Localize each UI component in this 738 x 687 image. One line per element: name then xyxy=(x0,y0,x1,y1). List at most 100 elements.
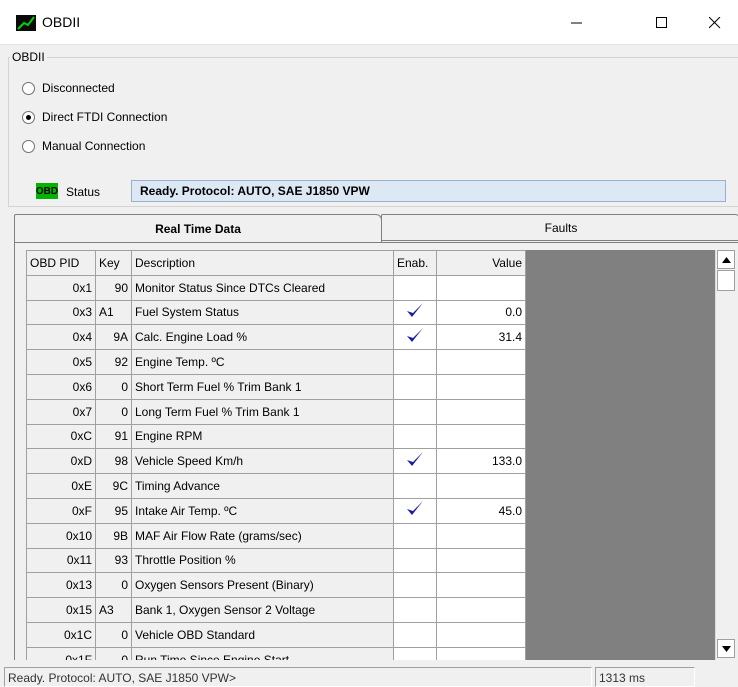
cell-description: Short Term Fuel % Trim Bank 1 xyxy=(131,373,394,400)
column-header-enabled[interactable]: Enab. xyxy=(393,250,437,276)
status-message: Ready. Protocol: AUTO, SAE J1850 VPW> xyxy=(4,667,592,687)
cell-enabled[interactable] xyxy=(393,572,437,599)
cell-description: Calc. Engine Load % xyxy=(131,324,394,351)
cell-pid: 0x15 xyxy=(26,597,96,623)
cell-pid: 0xE xyxy=(26,473,96,499)
radio-circle-icon xyxy=(22,81,35,95)
cell-pid: 0x11 xyxy=(26,547,96,574)
radio-direct-ftdi[interactable]: Direct FTDI Connection xyxy=(22,109,167,125)
cell-value: 0.0 xyxy=(436,299,526,326)
table-row[interactable]: 0x7 0 Long Term Fuel % Trim Bank 1 xyxy=(26,398,526,425)
cell-description: Intake Air Temp. ºC xyxy=(131,497,394,524)
table-row[interactable]: 0x1 90 Monitor Status Since DTCs Cleared xyxy=(26,274,526,301)
cell-enabled[interactable] xyxy=(393,274,437,301)
table-row[interactable]: 0xD 98 Vehicle Speed Km/h 133.0 xyxy=(26,448,526,475)
table-row[interactable]: 0x1C 0 Vehicle OBD Standard xyxy=(26,621,526,648)
radio-selected-icon xyxy=(22,110,35,124)
table-row[interactable]: 0x11 93 Throttle Position % xyxy=(26,547,526,574)
cell-enabled[interactable] xyxy=(393,497,437,524)
radio-disconnected[interactable]: Disconnected xyxy=(22,80,115,96)
cell-enabled[interactable] xyxy=(393,299,437,326)
table-row[interactable]: 0xE 9C Timing Advance xyxy=(26,473,526,499)
maximize-button[interactable] xyxy=(639,0,685,45)
maximize-icon xyxy=(656,16,667,28)
cell-pid: 0xD xyxy=(26,448,96,475)
scroll-up-button[interactable] xyxy=(717,250,735,269)
cell-enabled[interactable] xyxy=(393,473,437,499)
cell-enabled[interactable] xyxy=(393,522,437,549)
tab-faults[interactable]: Faults xyxy=(381,214,738,241)
cell-description: MAF Air Flow Rate (grams/sec) xyxy=(131,522,394,549)
column-header-value[interactable]: Value xyxy=(436,250,526,276)
cell-key: 98 xyxy=(95,448,132,475)
pid-table-area: OBD PID Key Description Enab. Value 0x1 9… xyxy=(26,250,526,660)
table-row[interactable]: 0x3 A1 Fuel System Status 0.0 xyxy=(26,299,526,326)
cell-enabled[interactable] xyxy=(393,597,437,623)
status-bar: Ready. Protocol: AUTO, SAE J1850 VPW> 13… xyxy=(0,663,738,687)
table-row[interactable]: 0x4 9A Calc. Engine Load % 31.4 xyxy=(26,324,526,351)
cell-enabled[interactable] xyxy=(393,448,437,475)
scroll-thumb[interactable] xyxy=(717,270,735,291)
column-header-key[interactable]: Key xyxy=(95,250,132,276)
cell-key: 0 xyxy=(95,373,132,400)
cell-enabled[interactable] xyxy=(393,398,437,425)
cell-value: 31.4 xyxy=(436,324,526,351)
cell-enabled[interactable] xyxy=(393,621,437,648)
status-label: Status xyxy=(66,185,101,199)
column-header-pid[interactable]: OBD PID xyxy=(26,250,96,276)
cell-pid: 0x1F xyxy=(26,646,96,660)
cell-value xyxy=(436,423,526,450)
cell-pid: 0x5 xyxy=(26,349,96,375)
minimize-button[interactable] xyxy=(554,0,600,45)
empty-grid-area xyxy=(526,250,715,660)
checkmark-icon xyxy=(407,451,423,466)
cell-pid: 0xF xyxy=(26,497,96,524)
table-row[interactable]: 0x13 0 Oxygen Sensors Present (Binary) xyxy=(26,572,526,599)
cell-description: Engine Temp. ºC xyxy=(131,349,394,375)
cell-enabled[interactable] xyxy=(393,324,437,351)
obd-badge: OBD xyxy=(36,183,58,199)
cell-description: Engine RPM xyxy=(131,423,394,450)
cell-key: 9C xyxy=(95,473,132,499)
column-header-description[interactable]: Description xyxy=(131,250,394,276)
table-row[interactable]: 0x15 A3 Bank 1, Oxygen Sensor 2 Voltage xyxy=(26,597,526,623)
status-field: Ready. Protocol: AUTO, SAE J1850 VPW xyxy=(131,180,726,202)
cell-value xyxy=(436,646,526,660)
close-icon xyxy=(709,16,721,28)
cell-pid: 0x13 xyxy=(26,572,96,599)
cell-description: Bank 1, Oxygen Sensor 2 Voltage xyxy=(131,597,394,623)
table-row[interactable]: 0xC 91 Engine RPM xyxy=(26,423,526,450)
title-bar: OBDII xyxy=(0,0,738,45)
cell-description: Run Time Since Engine Start xyxy=(131,646,394,660)
table-row[interactable]: 0x1F 0 Run Time Since Engine Start xyxy=(26,646,526,660)
table-row[interactable]: 0xF 95 Intake Air Temp. ºC 45.0 xyxy=(26,497,526,524)
cell-enabled[interactable] xyxy=(393,373,437,400)
vertical-scrollbar[interactable] xyxy=(715,250,735,660)
table-row[interactable]: 0x10 9B MAF Air Flow Rate (grams/sec) xyxy=(26,522,526,549)
radio-circle-icon xyxy=(22,139,35,153)
table-row[interactable]: 0x6 0 Short Term Fuel % Trim Bank 1 xyxy=(26,373,526,400)
close-button[interactable] xyxy=(692,0,738,45)
checkmark-icon xyxy=(407,302,423,317)
cell-key: A1 xyxy=(95,299,132,326)
cell-enabled[interactable] xyxy=(393,349,437,375)
cell-description: Long Term Fuel % Trim Bank 1 xyxy=(131,398,394,425)
cell-pid: 0x7 xyxy=(26,398,96,425)
table-row[interactable]: 0x5 92 Engine Temp. ºC xyxy=(26,349,526,375)
cell-value: 133.0 xyxy=(436,448,526,475)
scroll-down-arrow-icon xyxy=(721,645,731,652)
cell-enabled[interactable] xyxy=(393,646,437,660)
scroll-down-button[interactable] xyxy=(717,639,735,658)
cell-enabled[interactable] xyxy=(393,423,437,450)
cell-key: 90 xyxy=(95,274,132,301)
cell-pid: 0x1 xyxy=(26,274,96,301)
cell-enabled[interactable] xyxy=(393,547,437,574)
cell-description: Fuel System Status xyxy=(131,299,394,326)
cell-value xyxy=(436,274,526,301)
tab-real-time-data[interactable]: Real Time Data xyxy=(14,214,382,243)
radio-manual[interactable]: Manual Connection xyxy=(22,138,145,154)
cell-value xyxy=(436,547,526,574)
cell-value xyxy=(436,398,526,425)
cell-value xyxy=(436,473,526,499)
cell-description: Throttle Position % xyxy=(131,547,394,574)
